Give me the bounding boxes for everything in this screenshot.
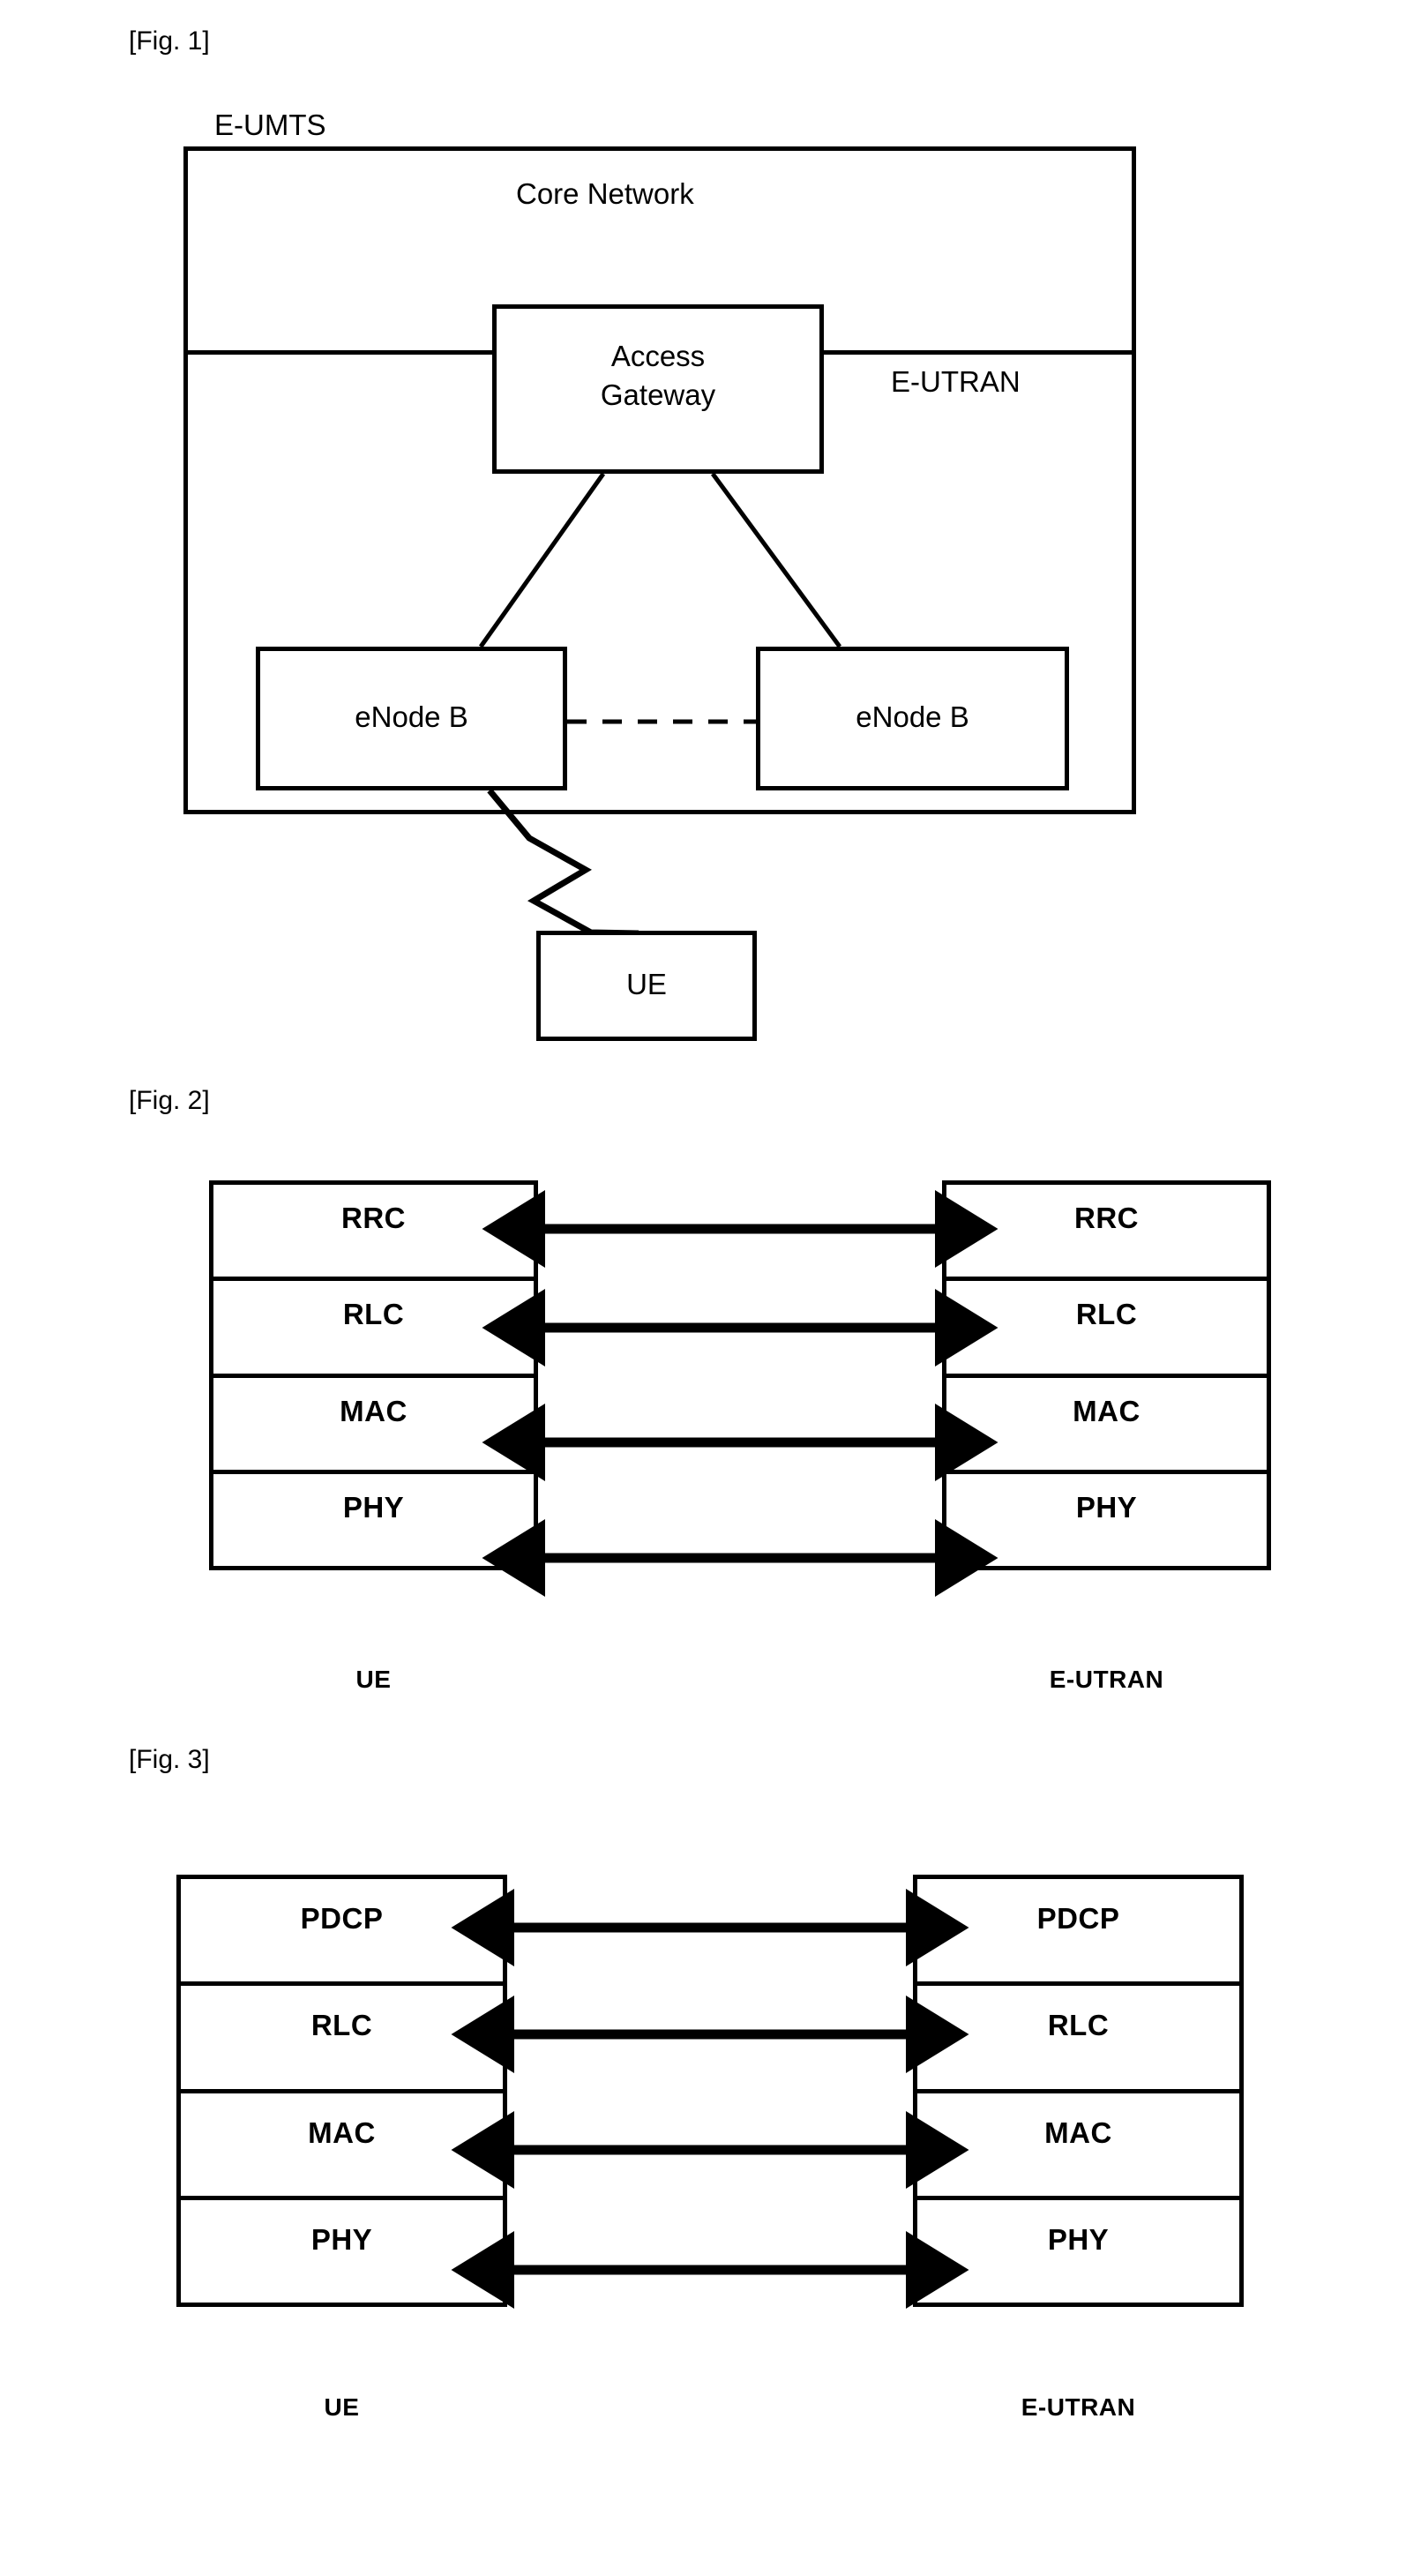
figure-2-eutran-stack: RRC RLC MAC PHY [942, 1180, 1271, 1570]
figure-2-ue-layer-rlc-label: RLC [342, 1298, 405, 1331]
figure-3-eutran-layer-phy-label: PHY [1047, 2222, 1110, 2256]
enodeb-left-label: eNode B [355, 700, 468, 733]
figure-3-eutran-layer-mac: MAC [917, 2093, 1239, 2200]
enodeb-left-box: eNode B [256, 647, 567, 790]
figure-2-eutran-layer-mac-label: MAC [1073, 1394, 1141, 1427]
figure-2-eutran-layer-phy: PHY [946, 1474, 1267, 1566]
figure-3-eutran-layer-pdcp: PDCP [917, 1879, 1239, 1987]
figure-2-eutran-layer-rrc: RRC [946, 1185, 1267, 1282]
figure-3-eutran-layer-phy: PHY [917, 2200, 1239, 2303]
figure-2-eutran-layer-rlc-label: RLC [1075, 1298, 1138, 1331]
figure-3-left-endpoint-label: UE [324, 2393, 360, 2421]
figure-2-ue-layer-rlc: RLC [213, 1281, 534, 1378]
figure-3-eutran-layer-pdcp-label: PDCP [1036, 1902, 1120, 1936]
figure-2-left-endpoint-label: UE [355, 1666, 392, 1693]
figure-3-ue-layer-pdcp-label: PDCP [300, 1902, 384, 1936]
figure-2-eutran-layer-rlc: RLC [946, 1281, 1267, 1378]
core-network-label: Core Network [516, 177, 694, 210]
ue-box-figure-1: UE [536, 931, 757, 1041]
figure-3-ue-layer-mac: MAC [181, 2093, 503, 2200]
figure-3-eutran-layer-rlc-label: RLC [1047, 2009, 1110, 2042]
figure-3-ue-layer-rlc: RLC [181, 1986, 503, 2093]
figure-3-eutran-layer-rlc: RLC [917, 1986, 1239, 2093]
figure-2-ue-layer-phy: PHY [213, 1474, 534, 1566]
access-gateway-label-line1: Access [610, 340, 706, 372]
figure-2-eutran-layer-phy-label: PHY [1075, 1490, 1138, 1524]
figure-2-eutran-layer-mac: MAC [946, 1378, 1267, 1474]
figure-1-system-label: E-UMTS [214, 109, 326, 141]
eutran-label: E-UTRAN [891, 365, 1021, 398]
access-gateway-label-line2: Gateway [600, 378, 716, 411]
figure-3-ue-layer-phy: PHY [181, 2200, 503, 2303]
figure-3-eutran-stack: PDCP RLC MAC PHY [913, 1875, 1244, 2307]
figure-2-ue-layer-rrc-label: RRC [341, 1202, 406, 1235]
enodeb-right-label: eNode B [856, 700, 969, 733]
figure-2-ue-layer-rrc: RRC [213, 1185, 534, 1282]
figure-3-ue-layer-rlc-label: RLC [310, 2009, 373, 2042]
figure-3-ue-layer-pdcp: PDCP [181, 1879, 503, 1987]
figure-3-caption: [Fig. 3] [129, 1745, 210, 1774]
access-gateway-box: Access Gateway [492, 304, 824, 474]
patent-drawing-sheet: [Fig. 1] E-UMTS Core Network E-UTRAN Acc… [0, 0, 1406, 2576]
figure-3-eutran-layer-mac-label: MAC [1044, 2115, 1112, 2149]
figure-2-eutran-layer-rrc-label: RRC [1074, 1202, 1139, 1235]
figure-3-ue-layer-mac-label: MAC [308, 2115, 376, 2149]
figure-2-ue-layer-mac: MAC [213, 1378, 534, 1474]
figure-2-ue-stack: RRC RLC MAC PHY [209, 1180, 538, 1570]
enodeb-right-box: eNode B [756, 647, 1069, 790]
figure-1-caption: [Fig. 1] [129, 26, 210, 56]
ue-label-figure-1: UE [626, 968, 667, 1000]
figure-2-right-endpoint-label: E-UTRAN [1049, 1666, 1164, 1693]
figure-3-right-endpoint-label: E-UTRAN [1021, 2393, 1136, 2421]
figure-2-ue-layer-phy-label: PHY [342, 1490, 405, 1524]
figure-3-ue-layer-phy-label: PHY [310, 2222, 373, 2256]
figure-2-caption: [Fig. 2] [129, 1086, 210, 1115]
figure-3-ue-stack: PDCP RLC MAC PHY [176, 1875, 507, 2307]
figure-2-ue-layer-mac-label: MAC [340, 1394, 408, 1427]
